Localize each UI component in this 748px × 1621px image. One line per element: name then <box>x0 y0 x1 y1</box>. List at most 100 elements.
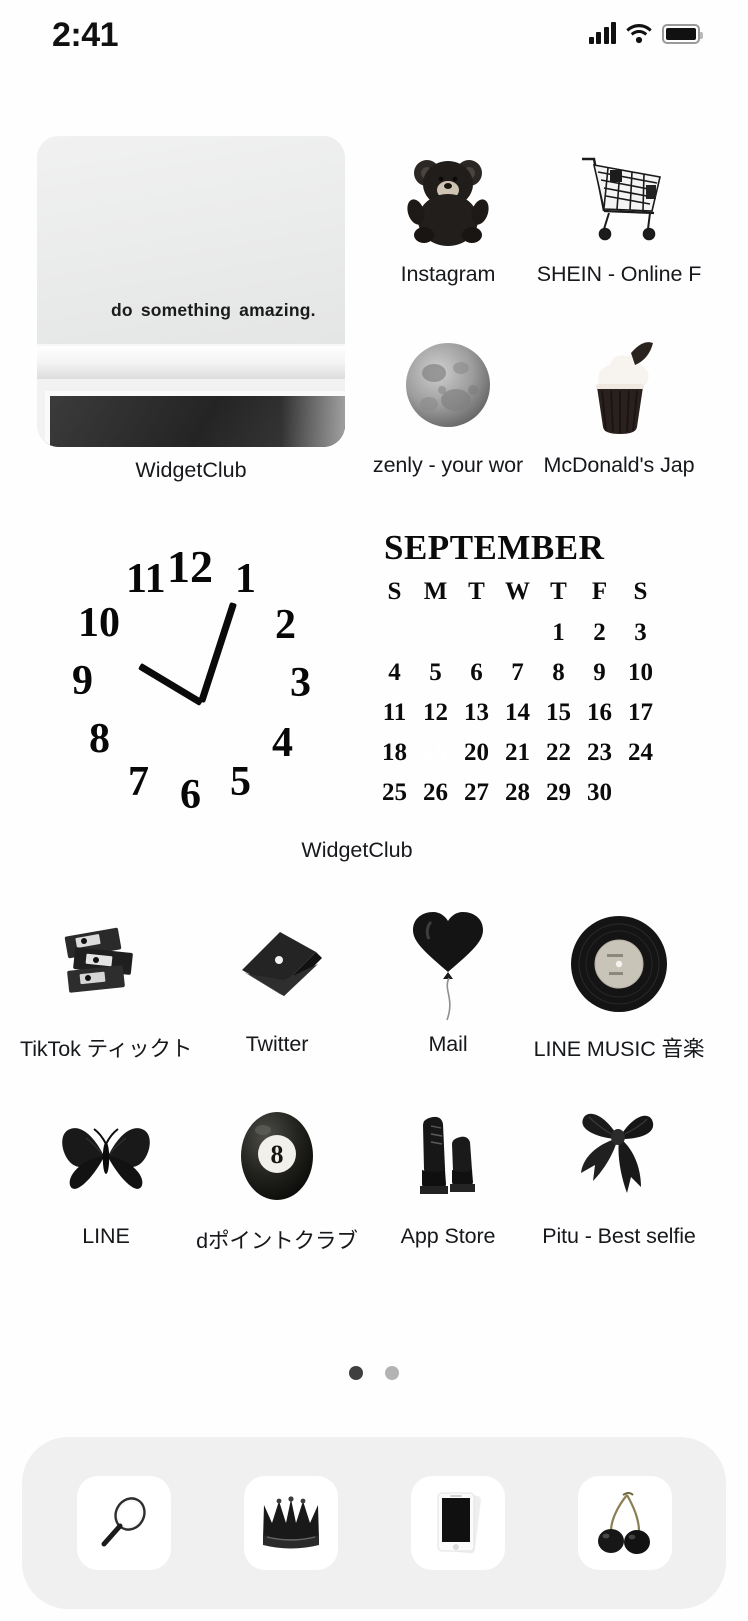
svg-text:8: 8 <box>271 1140 284 1169</box>
teddy-bear-icon <box>390 136 506 252</box>
calendar-day-cell: 9 <box>593 659 606 686</box>
clock-numeral-7: 7 <box>128 759 149 805</box>
magic-8-ball-icon: 8 <box>219 1098 335 1214</box>
calendar-blank-cell <box>456 616 497 650</box>
app-line[interactable]: LINE <box>20 1098 192 1249</box>
calendar-day-cell: 21 <box>505 739 530 766</box>
clock-minute-hand <box>198 602 237 704</box>
clock-hour-hand <box>137 662 204 707</box>
calendar-day-cell: 3 <box>634 619 647 646</box>
black-crown-icon <box>257 1495 325 1551</box>
calendar-day-cell: 29 <box>546 779 571 806</box>
app-app-store[interactable]: App Store <box>362 1098 534 1249</box>
widget-analog-clock[interactable]: 12 1 2 3 4 5 6 7 8 9 10 11 <box>40 528 340 824</box>
calendar-blank-cell <box>497 616 538 650</box>
app-mail[interactable]: Mail <box>362 906 534 1057</box>
app-line-music[interactable]: LINE MUSIC 音楽 <box>533 906 705 1063</box>
app-label: Mail <box>428 1032 468 1056</box>
widget-photo-label: WidgetClub <box>135 458 247 482</box>
calendar-day-cell: 16 <box>587 699 612 726</box>
status-indicators <box>588 22 703 44</box>
photo-window-glass <box>50 395 345 447</box>
calendar-day-header: F <box>591 578 608 605</box>
app-label: App Store <box>400 1224 496 1248</box>
cellular-bars-icon <box>588 22 616 44</box>
black-butterfly-icon <box>48 1098 164 1214</box>
calendar-day-cell: 6 <box>470 659 483 686</box>
app-label: Pitu - Best selfie <box>542 1224 696 1248</box>
app-pitu[interactable]: Pitu - Best selfie <box>533 1098 705 1249</box>
cupcake-icon <box>561 327 677 443</box>
app-mcdonalds[interactable]: McDonald's Jap <box>533 327 705 478</box>
clock-numeral-1: 1 <box>235 556 256 602</box>
calendar-day-cell: 8 <box>552 659 565 686</box>
calendar-day-cell: 1 <box>552 619 565 646</box>
calendar-day-header: S <box>387 578 402 605</box>
widget-clock-calendar-label: WidgetClub <box>301 838 413 862</box>
black-cherries-icon <box>593 1487 657 1559</box>
app-instagram[interactable]: Instagram <box>362 136 534 287</box>
dock-item-crown[interactable] <box>243 1476 338 1570</box>
calendar-day-cell: 2 <box>593 619 606 646</box>
app-zenly[interactable]: zenly - your wor <box>362 327 534 478</box>
calendar-day-cell: 4 <box>388 659 401 686</box>
calendar-day-cell: 13 <box>464 699 489 726</box>
polaroid-phone-icon <box>430 1490 486 1556</box>
dock-item-search[interactable] <box>76 1476 171 1570</box>
calendar-day-header: T <box>550 578 567 605</box>
calendar-grid: S M T W T F S 1 2 3 4 5 6 7 8 9 10 11 12 13 14 15 16 17 18 19 20 21… <box>374 578 674 810</box>
photo-wall-trim <box>37 344 345 379</box>
page-dot-active[interactable] <box>349 1366 363 1380</box>
calendar-day-cell: 25 <box>382 779 407 806</box>
app-twitter[interactable]: Twitter <box>191 906 363 1057</box>
app-label: SHEIN - Online F <box>536 262 702 286</box>
widget-calendar[interactable]: SEPTEMBER S M T W T F S 1 2 3 4 5 6 7 8 9 10 11 12 13 14 15 16… <box>374 528 674 824</box>
calendar-day-header: T <box>468 578 485 605</box>
home-screen: 2:41 do something amazing. WidgetClub In… <box>0 0 748 1621</box>
clock-numeral-8: 8 <box>89 716 110 762</box>
app-label: McDonald's Jap <box>543 453 695 477</box>
calendar-day-cell: 7 <box>511 659 524 686</box>
vinyl-record-icon <box>561 906 677 1022</box>
calendar-day-cell: 18 <box>382 739 407 766</box>
calendar-day-cell: 12 <box>423 699 448 726</box>
app-label: TikTok ティックト <box>20 1037 193 1061</box>
app-label: LINE <box>82 1224 130 1248</box>
shopping-cart-icon <box>561 136 677 252</box>
dock-item-photos[interactable] <box>410 1476 505 1570</box>
page-dot[interactable] <box>385 1366 399 1380</box>
clock-numeral-5: 5 <box>230 759 251 805</box>
app-d-point-club[interactable]: 8 dポイントクラブ <box>191 1098 363 1255</box>
photo-quote-text: do something amazing. <box>111 300 316 320</box>
clock-numeral-12: 12 <box>167 541 213 592</box>
app-label: Twitter <box>245 1032 309 1056</box>
clock-numeral-9: 9 <box>72 658 93 704</box>
calendar-day-cell: 20 <box>464 739 489 766</box>
black-ribbon-bow-icon <box>561 1098 677 1214</box>
calendar-day-header: S <box>633 578 648 605</box>
calendar-month-title: SEPTEMBER <box>384 528 605 567</box>
calendar-day-cell: 30 <box>587 779 612 806</box>
calendar-blank-cell <box>415 616 456 650</box>
clock-numeral-10: 10 <box>78 600 120 646</box>
magnifying-glass-icon <box>94 1493 154 1553</box>
clock-numeral-2: 2 <box>275 602 296 648</box>
app-label: zenly - your wor <box>372 453 524 477</box>
full-moon-icon <box>390 327 506 443</box>
calendar-day-cell: 17 <box>628 699 653 726</box>
clock-numeral-3: 3 <box>290 660 311 706</box>
dock-item-cherries[interactable] <box>577 1476 672 1570</box>
widget-photo-widgetclub[interactable]: do something amazing. <box>37 136 345 447</box>
calendar-day-cell: 27 <box>464 779 489 806</box>
app-shein[interactable]: SHEIN - Online F <box>533 136 705 287</box>
calendar-day-cell: 5 <box>429 659 442 686</box>
black-laptop-icon <box>219 906 335 1022</box>
app-tiktok[interactable]: TikTok ティックト <box>20 906 192 1063</box>
wifi-icon <box>626 22 652 44</box>
calendar-day-cell: 14 <box>505 699 530 726</box>
black-boots-icon <box>390 1098 506 1214</box>
battery-full-icon <box>662 24 703 44</box>
photo-window-inner <box>45 390 345 447</box>
status-time: 2:41 <box>52 16 119 54</box>
page-indicator[interactable] <box>0 1366 748 1380</box>
